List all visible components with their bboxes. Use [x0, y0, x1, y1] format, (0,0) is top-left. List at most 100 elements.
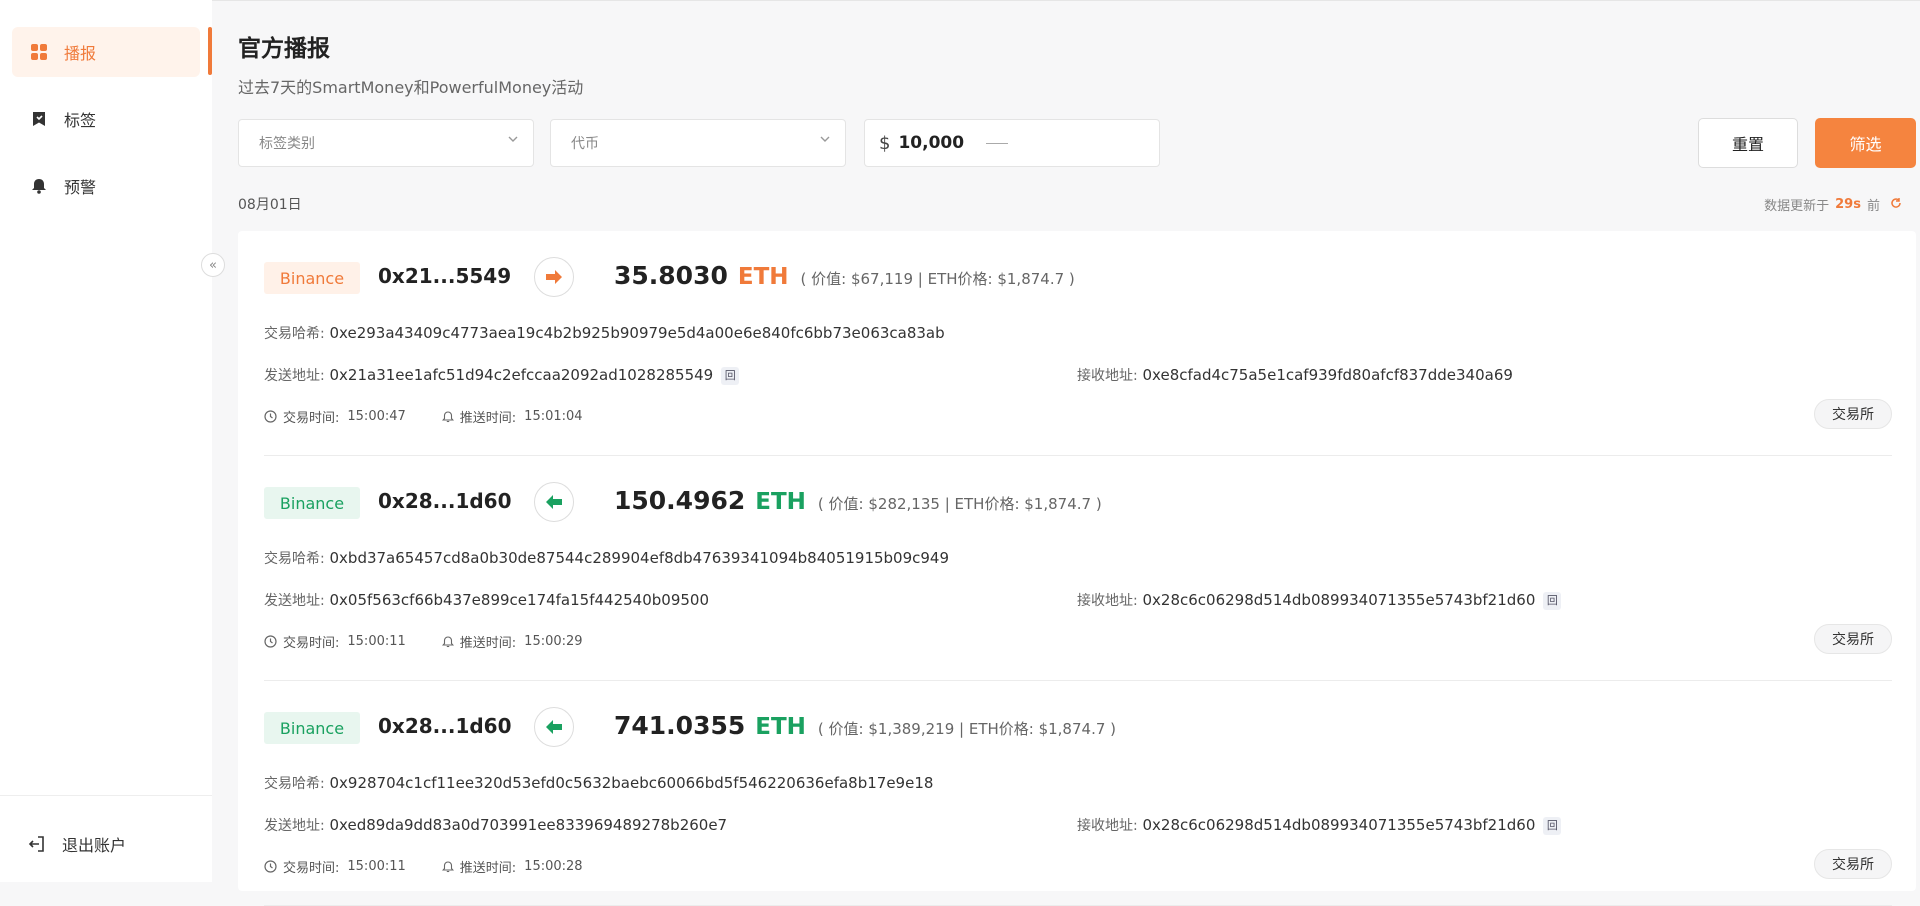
push-time-label: 推送时间:	[459, 411, 517, 426]
to-label: 接收地址:	[1077, 818, 1138, 834]
logout-button[interactable]: 退出账户	[28, 832, 126, 856]
sidebar-divider	[0, 795, 212, 796]
from-address[interactable]: 0xed89da9dd83a0d703991ee833969489278b260…	[330, 816, 728, 834]
transfer-amount: 150.4962 ETH ( 价值: $282,135 | ETH价格: $1,87…	[614, 486, 1102, 515]
from-label: 发送地址:	[264, 593, 325, 609]
push-time-label: 推送时间:	[459, 861, 517, 876]
push-time: 15:01:04	[524, 409, 583, 424]
refresh-icon[interactable]	[1890, 197, 1902, 213]
update-status: 数据更新于 29s 前	[1764, 195, 1902, 214]
logout-icon	[28, 835, 46, 853]
copy-icon[interactable]: 回	[1543, 816, 1562, 835]
sidebar-item-label: 预警	[64, 178, 97, 197]
to-address[interactable]: 0x28c6c06298d514db089934071355e5743bf21d…	[1143, 591, 1536, 609]
sidebar-item-alerts[interactable]: 预警	[12, 161, 200, 211]
tx-time-label: 交易时间:	[283, 861, 340, 876]
updated-seconds: 29s	[1835, 197, 1861, 212]
wallet-address-short[interactable]: 0x28...1d60	[378, 489, 512, 513]
double-chevron-left-icon: «	[209, 257, 217, 273]
from-label: 发送地址:	[264, 368, 325, 384]
page-title: 官方播报	[238, 36, 330, 62]
from-address-row: 发送地址: 0xed89da9dd83a0d703991ee8339694892…	[264, 815, 727, 835]
exchange-tag[interactable]: Binance	[264, 712, 360, 744]
arrow-left-icon	[534, 482, 574, 522]
copy-icon[interactable]: 回	[721, 366, 740, 385]
tag-category-select[interactable]: 标签类别	[238, 119, 534, 167]
tx-hash-row: 交易哈希: 0x928704c1cf11ee320d53efd0c5632bae…	[264, 773, 933, 793]
page-subtitle: 过去7天的SmartMoney和PowerfulMoney活动	[238, 78, 584, 97]
wallet-address-short[interactable]: 0x21...5549	[378, 264, 511, 288]
from-label: 发送地址:	[264, 818, 325, 834]
to-address-row: 接收地址: 0x28c6c06298d514db089934071355e574…	[1077, 590, 1562, 610]
amount-input[interactable]: $ 10,000	[864, 119, 1160, 167]
arrow-left-icon	[534, 707, 574, 747]
tx-hash-label: 交易哈希:	[264, 776, 325, 792]
amount-value: 741.0355	[614, 711, 746, 740]
value-meta: ( 价值: $67,119 | ETH价格: $1,874.7 )	[800, 270, 1075, 288]
to-address[interactable]: 0xe8cfad4c75a5e1caf939fd80afcf837dde340a…	[1143, 366, 1513, 384]
from-address-row: 发送地址: 0x21a31ee1afc51d94c2efccaa2092ad10…	[264, 365, 740, 385]
bell-icon	[441, 635, 454, 648]
push-time-label: 推送时间:	[459, 636, 517, 651]
value-meta: ( 价值: $282,135 | ETH价格: $1,874.7 )	[817, 495, 1102, 513]
clock-icon	[264, 410, 277, 423]
to-label: 接收地址:	[1077, 368, 1138, 384]
from-address[interactable]: 0x21a31ee1afc51d94c2efccaa2092ad10282855…	[330, 366, 714, 384]
chevron-down-icon	[507, 133, 519, 149]
value-meta: ( 价值: $1,389,219 | ETH价格: $1,874.7 )	[817, 720, 1116, 738]
sidebar-item-broadcast[interactable]: 播报	[12, 27, 200, 77]
tx-hash-value[interactable]: 0xbd37a65457cd8a0b30de87544c289904ef8db4…	[330, 549, 950, 567]
tx-hash-value[interactable]: 0xe293a43409c4773aea19c4b2b925b90979e5d4…	[330, 324, 945, 342]
tag-category-placeholder: 标签类别	[259, 136, 315, 152]
transfer-amount: 741.0355 ETH ( 价值: $1,389,219 | ETH价格: $1,…	[614, 711, 1116, 740]
tx-hash-value[interactable]: 0x928704c1cf11ee320d53efd0c5632baebc6006…	[330, 774, 934, 792]
transaction-card: Binance 0x28...1d60 150.4962 ETH ( 价值: $282,…	[264, 456, 1892, 681]
currency-symbol: $	[879, 132, 891, 154]
wallet-address-short[interactable]: 0x28...1d60	[378, 714, 512, 738]
token-placeholder: 代币	[571, 136, 599, 152]
sidebar-item-label: 标签	[64, 111, 97, 130]
token-symbol: ETH	[755, 489, 806, 515]
main-content: 官方播报 过去7天的SmartMoney和PowerfulMoney活动 标签类…	[212, 0, 1920, 906]
exchange-tag[interactable]: Binance	[264, 262, 360, 294]
category-badge[interactable]: 交易所	[1814, 399, 1892, 429]
category-badge[interactable]: 交易所	[1814, 849, 1892, 879]
sidebar-item-tags[interactable]: 标签	[12, 94, 200, 144]
token-symbol: ETH	[737, 264, 789, 290]
time-row: 交易时间: 15:00:11 推送时间: 15:00:28	[264, 857, 619, 876]
tx-hash-label: 交易哈希:	[264, 551, 325, 567]
bell-icon	[441, 860, 454, 873]
range-dash	[986, 142, 1009, 144]
tx-time: 15:00:11	[347, 859, 406, 874]
push-time: 15:00:29	[524, 634, 583, 649]
to-address-row: 接收地址: 0xe8cfad4c75a5e1caf939fd80afcf837d…	[1077, 365, 1513, 385]
amount-value: 150.4962	[614, 486, 746, 515]
tx-time-label: 交易时间:	[283, 411, 340, 426]
exchange-tag[interactable]: Binance	[264, 487, 360, 519]
transaction-card: Binance 0x28...1d60 741.0355 ETH ( 价值: $1,38…	[264, 681, 1892, 906]
bookmark-icon	[30, 110, 48, 128]
copy-icon[interactable]: 回	[1543, 591, 1562, 610]
updated-suffix: 前	[1866, 199, 1880, 214]
clock-icon	[264, 860, 277, 873]
tx-time: 15:00:47	[347, 409, 406, 424]
chevron-down-icon	[819, 133, 831, 149]
from-address[interactable]: 0x05f563cf66b437e899ce174fa15f442540b095…	[330, 591, 710, 609]
feed-panel: Binance 0x21...5549 35.8030 ETH ( 价值: $67,11…	[238, 231, 1916, 906]
transaction-card: Binance 0x21...5549 35.8030 ETH ( 价值: $67,11…	[264, 231, 1892, 456]
logout-label: 退出账户	[62, 836, 127, 855]
reset-button[interactable]: 重置	[1698, 118, 1798, 168]
token-select[interactable]: 代币	[550, 119, 846, 167]
token-symbol: ETH	[755, 714, 806, 740]
time-row: 交易时间: 15:00:11 推送时间: 15:00:29	[264, 632, 619, 651]
category-badge[interactable]: 交易所	[1814, 624, 1892, 654]
filter-button[interactable]: 筛选	[1815, 118, 1916, 168]
tx-hash-label: 交易哈希:	[264, 326, 325, 342]
collapse-sidebar-button[interactable]: «	[201, 253, 225, 277]
amount-value: 35.8030	[614, 261, 728, 290]
bell-icon	[441, 410, 454, 423]
arrow-right-icon	[534, 257, 574, 297]
to-address[interactable]: 0x28c6c06298d514db089934071355e5743bf21d…	[1143, 816, 1536, 834]
sidebar: 播报 标签 预警 退出账户	[0, 0, 212, 882]
amount-value: 10,000	[898, 133, 965, 153]
